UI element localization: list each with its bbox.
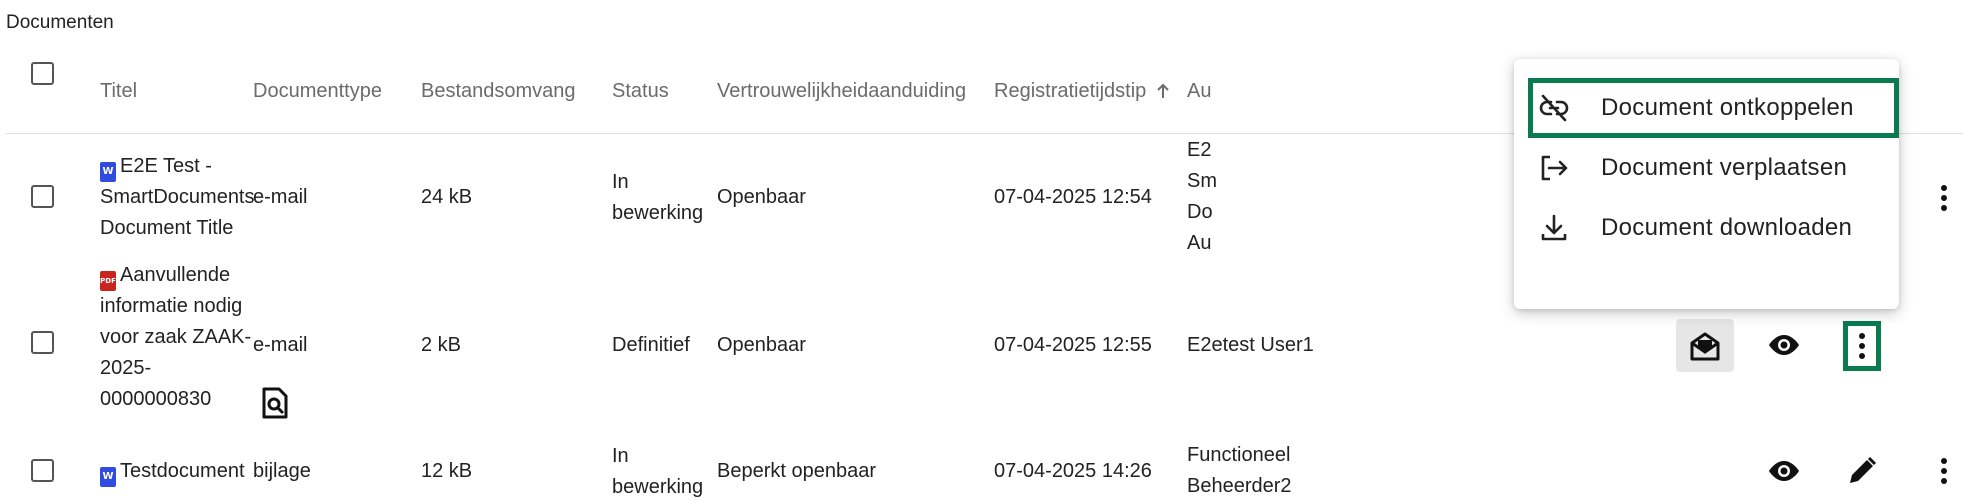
document-title-link[interactable]: W Testdocument — [100, 456, 245, 487]
cell-documenttype: bijlage — [253, 460, 311, 482]
word-file-icon: W — [100, 467, 116, 487]
edit-document-button[interactable] — [1843, 451, 1881, 491]
cell-auteur: E2 Sm Do Au — [1187, 139, 1217, 254]
cell-auteur: Functioneel Beheerder2 — [1187, 444, 1292, 497]
title-line: W Testdocument — [100, 456, 245, 487]
cell-documenttype: e-mail — [253, 186, 308, 208]
cell-bestandsomvang: 24 kB — [421, 186, 473, 208]
cell-status: In bewerking — [612, 445, 704, 498]
document-title-link[interactable]: PDF Aanvullende informatie nodig voor zaa… — [100, 260, 251, 415]
title-line: SmartDocuments — [100, 186, 255, 208]
document-search-icon — [262, 387, 288, 419]
menu-item-document-downloaden[interactable]: Document downloaden — [1514, 198, 1899, 258]
menu-item-label: Document verplaatsen — [1601, 154, 1848, 181]
send-mail-button[interactable] — [1676, 319, 1734, 372]
document-title-link[interactable]: W E2E Test - SmartDocuments Document Titl… — [100, 151, 255, 244]
move-icon — [1541, 155, 1568, 181]
select-all-checkbox[interactable] — [31, 62, 54, 85]
column-header-status[interactable]: Status — [612, 80, 669, 103]
cell-registratietijdstip: 07-04-2025 12:55 — [994, 334, 1152, 356]
cell-registratietijdstip: 07-04-2025 14:26 — [994, 460, 1152, 482]
view-document-button[interactable] — [1764, 451, 1804, 491]
preview-document-button[interactable] — [259, 386, 291, 420]
cell-vertrouwelijkheid: Openbaar — [717, 186, 806, 208]
download-icon — [1541, 214, 1567, 241]
title-line: W E2E Test - — [100, 151, 255, 182]
title-line: Document Title — [100, 217, 234, 239]
more-vert-icon — [1859, 333, 1865, 359]
pencil-icon — [1850, 456, 1877, 483]
eye-icon — [1769, 335, 1799, 355]
cell-vertrouwelijkheid: Openbaar — [717, 334, 806, 356]
menu-item-label: Document ontkoppelen — [1601, 94, 1854, 121]
unlink-icon — [1539, 94, 1569, 122]
column-header-vertrouwelijkheidaanduiding[interactable]: Vertrouwelijkheidaanduiding — [717, 80, 966, 103]
word-file-icon: W — [100, 162, 116, 182]
column-header-titel[interactable]: Titel — [100, 80, 137, 103]
cell-bestandsomvang: 2 kB — [421, 334, 462, 356]
more-vert-icon — [1941, 185, 1947, 211]
title-line: 0000000830 — [100, 388, 212, 410]
more-actions-button[interactable] — [1928, 180, 1960, 216]
title-line: PDF Aanvullende — [100, 260, 251, 291]
pdf-file-icon: PDF — [100, 271, 116, 291]
row-checkbox[interactable] — [31, 459, 54, 482]
column-header-bestandsomvang[interactable]: Bestandsomvang — [421, 80, 576, 103]
menu-item-document-verplaatsen[interactable]: Document verplaatsen — [1514, 138, 1899, 198]
title-line: voor zaak ZAAK- — [100, 326, 252, 348]
more-vert-icon — [1941, 458, 1947, 484]
menu-item-label: Document downloaden — [1601, 214, 1853, 241]
row-checkbox[interactable] — [31, 331, 54, 354]
row-checkbox[interactable] — [31, 185, 54, 208]
title-line: 2025- — [100, 357, 152, 379]
section-title: Documenten — [6, 12, 114, 33]
cell-bestandsomvang: 12 kB — [421, 460, 473, 482]
document-actions-menu: Document ontkoppelen Document verplaatse… — [1514, 59, 1899, 309]
title-line: informatie nodig — [100, 295, 243, 317]
column-header-registratietijdstip[interactable]: Registratietijdstip — [994, 80, 1170, 105]
cell-documenttype: e-mail — [253, 334, 308, 356]
cell-auteur: E2etest User1 — [1187, 334, 1314, 356]
cell-status: Definitief — [612, 334, 690, 356]
column-header-label: Registratietijdstip — [994, 80, 1147, 102]
menu-item-document-ontkoppelen[interactable]: Document ontkoppelen — [1528, 78, 1899, 138]
more-actions-button[interactable] — [1843, 321, 1881, 371]
view-document-button[interactable] — [1764, 325, 1804, 365]
mail-send-icon — [1690, 332, 1720, 360]
cell-registratietijdstip: 07-04-2025 12:54 — [994, 186, 1152, 208]
cell-vertrouwelijkheid: Beperkt openbaar — [717, 460, 877, 482]
column-header-auteur[interactable]: Au — [1187, 80, 1211, 103]
sort-ascending-icon — [1156, 82, 1170, 105]
eye-icon — [1769, 461, 1799, 481]
cell-status: In bewerking — [612, 171, 704, 224]
more-actions-button[interactable] — [1928, 453, 1960, 489]
column-header-documenttype[interactable]: Documenttype — [253, 80, 382, 103]
